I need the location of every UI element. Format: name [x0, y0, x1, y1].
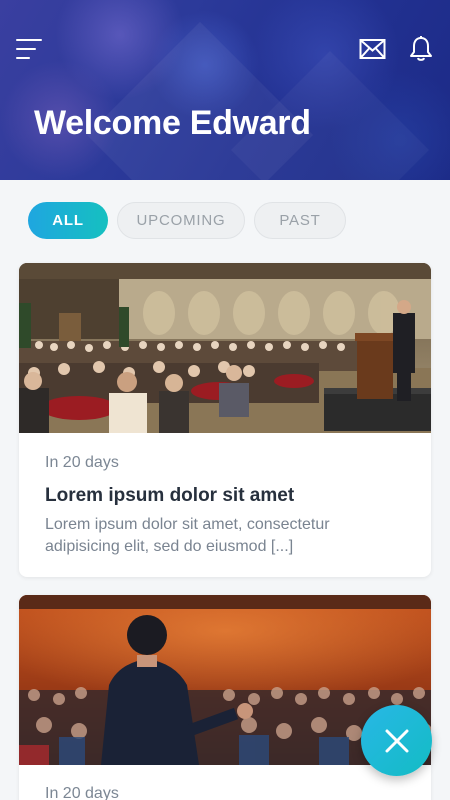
tab-past[interactable]: PAST: [254, 202, 346, 239]
event-photo: [19, 263, 431, 433]
menu-line: [16, 39, 42, 41]
events-screen: Welcome Edward ALL UPCOMING PAST In 20 d…: [0, 0, 450, 800]
tab-upcoming[interactable]: UPCOMING: [117, 202, 245, 239]
menu-icon[interactable]: [16, 38, 44, 62]
bell-icon[interactable]: [408, 35, 434, 63]
event-card[interactable]: In 20 days Lorem ipsum dolor sit amet Lo…: [19, 263, 431, 577]
event-date: In 20 days: [45, 785, 119, 800]
menu-line: [16, 48, 36, 50]
event-title: Lorem ipsum dolor sit amet: [45, 485, 295, 506]
header-banner: Welcome Edward: [0, 0, 450, 180]
event-card[interactable]: In 20 days: [19, 595, 431, 800]
close-icon: [385, 729, 408, 752]
menu-line: [16, 57, 30, 59]
welcome-heading: Welcome Edward: [34, 104, 311, 142]
tab-all[interactable]: ALL: [28, 202, 108, 239]
event-description: Lorem ipsum dolor sit amet, consectetur …: [45, 516, 330, 555]
close-fab-button[interactable]: [361, 705, 432, 776]
event-date: In 20 days: [45, 454, 119, 471]
mail-icon[interactable]: [359, 37, 386, 61]
